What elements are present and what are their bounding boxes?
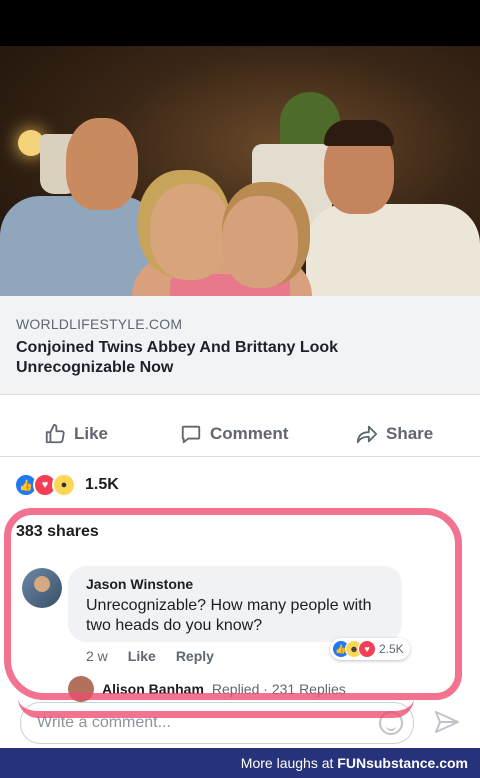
photo-twin-head-left [150,184,230,280]
link-title: Conjoined Twins Abbey And Brittany Look … [16,339,339,376]
photo-man-right-body [306,204,480,296]
link-preview[interactable]: WORLDLIFESTYLE.COM Conjoined Twins Abbey… [0,296,480,395]
post-actions-bar: Like Comment Share [0,410,480,457]
comment-author[interactable]: Jason Winstone [86,576,193,592]
love-icon: ♥ [358,640,376,658]
like-button[interactable]: Like [44,422,108,446]
reply-author: Alison Banham [102,681,204,697]
share-button[interactable]: Share [356,422,433,446]
like-label: Like [74,424,109,443]
watermark-brand[interactable]: FUNsubstance.com [337,755,468,771]
send-icon[interactable] [434,710,460,734]
avatar[interactable] [22,568,62,608]
comment-meta: 2 w Like Reply [86,648,214,664]
top-black-bar [0,0,480,46]
comment-like-button[interactable]: Like [128,648,156,664]
shares-count[interactable]: 383 shares [16,523,99,541]
post-photo[interactable] [0,46,480,296]
comment-reaction-count: 2.5K [379,642,404,656]
photo-man-left-head [66,118,138,210]
comment-label: Comment [210,424,289,443]
comment-text: Unrecognizable? How many people with two… [86,597,372,634]
replies-link[interactable]: Alison Banham Replied · 231 Replies [68,676,346,702]
photo-twin-head-right [222,196,298,288]
comment-input[interactable] [35,711,359,735]
reaction-count: 1.5K [85,476,119,493]
reply-count: Replied · 231 Replies [211,681,346,697]
comment-reply-button[interactable]: Reply [176,648,214,664]
comment-bubble: Jason Winstone Unrecognizable? How many … [68,566,402,642]
speech-bubble-icon [181,425,201,444]
share-arrow-icon [356,425,378,444]
emoji-icon[interactable] [379,711,403,735]
watermark-text: More laughs at FUNsubstance.com [241,755,468,771]
comment-button[interactable]: Comment [180,422,288,446]
post-reactions-summary[interactable]: 👍 ♥ ● 1.5K [14,473,119,497]
wow-icon: ● [52,473,76,497]
reply-avatar [68,676,94,702]
share-label: Share [386,424,434,443]
comment-reactions[interactable]: 👍 ☻ ♥ 2.5K [330,638,410,660]
thumbs-up-icon [45,423,65,444]
link-domain: WORLDLIFESTYLE.COM [16,316,183,332]
photo-man-right-hair [324,120,394,146]
comment-composer [20,702,414,744]
comment: Jason Winstone Unrecognizable? How many … [20,566,460,676]
watermark-prefix: More laughs at [240,755,338,771]
comment-time[interactable]: 2 w [86,648,108,664]
watermark-bar: More laughs at FUNsubstance.com [0,748,480,778]
